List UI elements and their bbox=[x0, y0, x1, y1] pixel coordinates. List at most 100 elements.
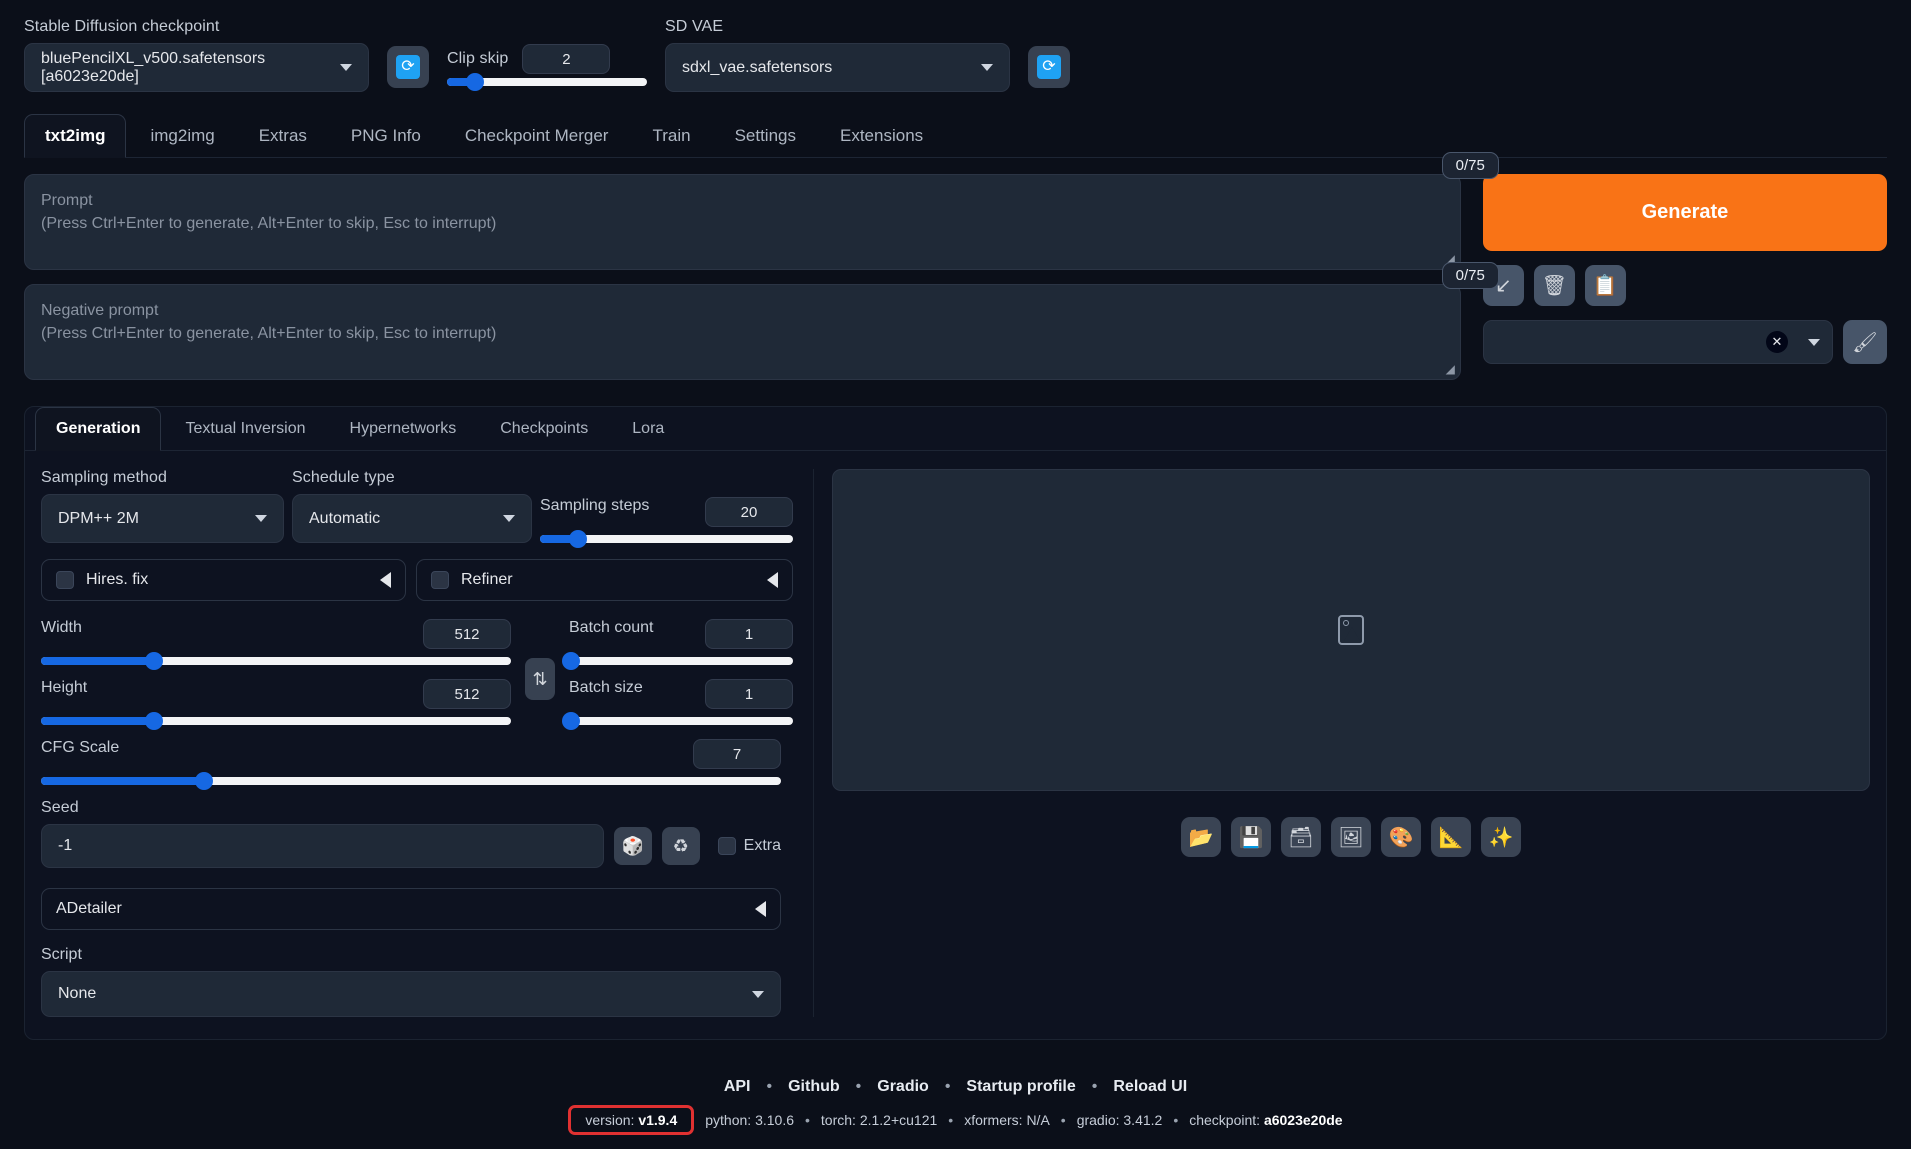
send-to-inpaint-icon: 🎨 bbox=[1388, 826, 1414, 849]
extra-seed-checkbox[interactable] bbox=[717, 837, 736, 855]
height-slider[interactable] bbox=[41, 712, 511, 730]
tab-extensions[interactable]: Extensions bbox=[820, 115, 943, 157]
clip-skip-slider[interactable] bbox=[447, 73, 647, 91]
send-to-extras-button[interactable]: 📐 bbox=[1431, 817, 1471, 857]
seed-field: Seed -1 🎲 ♻ Extra bbox=[41, 799, 781, 868]
reuse-seed-button[interactable]: ♻ bbox=[661, 827, 700, 865]
subtab-generation[interactable]: Generation bbox=[35, 407, 162, 451]
close-icon[interactable]: ✕ bbox=[1766, 331, 1788, 353]
height-slider-handle[interactable] bbox=[144, 712, 163, 730]
refiner-accordion[interactable]: Refiner bbox=[416, 559, 793, 601]
zip-icon: 🗃 bbox=[1288, 826, 1314, 849]
hires-fix-accordion[interactable]: Hires. fix bbox=[41, 559, 406, 601]
clip-skip-value[interactable]: 2 bbox=[522, 44, 611, 74]
clip-skip-slider-handle[interactable] bbox=[466, 73, 484, 91]
adetailer-accordion[interactable]: ADetailer bbox=[41, 888, 781, 930]
sampling-steps-slider[interactable] bbox=[540, 530, 793, 548]
batch-count-label: Batch count bbox=[569, 619, 654, 636]
footer-link-api[interactable]: API bbox=[724, 1078, 751, 1096]
sparkles-button[interactable]: ✨ bbox=[1481, 817, 1521, 857]
accordion-row: Hires. fix Refiner bbox=[41, 559, 793, 601]
vae-select[interactable]: sdxl_vae.safetensors bbox=[665, 43, 1010, 92]
refiner-checkbox[interactable] bbox=[431, 571, 449, 589]
chevron-left-icon[interactable] bbox=[767, 572, 778, 588]
batch-size-label: Batch size bbox=[569, 679, 643, 696]
swap-dimensions-button[interactable]: ⇅ bbox=[525, 658, 555, 700]
cfg-scale-slider[interactable] bbox=[41, 772, 781, 790]
height-value[interactable]: 512 bbox=[423, 679, 511, 709]
send-to-inpaint-button[interactable]: 🎨 bbox=[1381, 817, 1421, 857]
version-prefix: version: bbox=[585, 1112, 635, 1128]
batch-count-field: Batch count 1 bbox=[562, 619, 793, 670]
torch-info: torch: 2.1.2+cu121 bbox=[821, 1112, 937, 1128]
batch-count-value[interactable]: 1 bbox=[705, 619, 793, 649]
clipboard-button[interactable]: 📋 bbox=[1584, 265, 1626, 306]
vae-label: SD VAE bbox=[665, 18, 724, 35]
batch-count-slider[interactable] bbox=[562, 652, 793, 670]
tab-settings[interactable]: Settings bbox=[715, 115, 816, 157]
output-gallery[interactable] bbox=[832, 469, 1870, 791]
cfg-scale-value[interactable]: 7 bbox=[693, 739, 781, 769]
seed-input[interactable]: -1 bbox=[41, 824, 604, 868]
width-value[interactable]: 512 bbox=[423, 619, 511, 649]
refresh-icon: ⟳ bbox=[1037, 55, 1061, 79]
sampling-steps-value[interactable]: 20 bbox=[705, 497, 793, 527]
chevron-left-icon[interactable] bbox=[755, 901, 766, 917]
trash-icon: 🗑 bbox=[1541, 275, 1568, 297]
sampling-method-label: Sampling method bbox=[41, 469, 168, 486]
subtab-hypernetworks[interactable]: Hypernetworks bbox=[330, 408, 477, 450]
script-select[interactable]: None bbox=[41, 971, 781, 1017]
negative-prompt-row: 0/75 Negative prompt (Press Ctrl+Enter t… bbox=[24, 262, 1499, 380]
checkpoint-hash: a6023e20de bbox=[1263, 1112, 1343, 1128]
separator-dot: • bbox=[805, 1112, 810, 1128]
tab-checkpoint-merger[interactable]: Checkpoint Merger bbox=[445, 115, 629, 157]
chevron-down-icon[interactable] bbox=[1808, 338, 1820, 346]
xformers-info: xformers: N/A bbox=[964, 1112, 1050, 1128]
width-slider[interactable] bbox=[41, 652, 511, 670]
random-seed-button[interactable]: 🎲 bbox=[613, 827, 652, 865]
batch-count-slider-handle[interactable] bbox=[562, 652, 581, 670]
width-field: Width 512 bbox=[41, 619, 511, 670]
refresh-vae-button[interactable]: ⟳ bbox=[1028, 46, 1070, 88]
cfg-scale-slider-handle[interactable] bbox=[194, 772, 213, 790]
styles-select[interactable]: ✕ bbox=[1482, 320, 1833, 364]
width-slider-handle[interactable] bbox=[144, 652, 163, 670]
subtab-textual-inversion[interactable]: Textual Inversion bbox=[165, 408, 325, 450]
resize-grip-icon[interactable]: ◢ bbox=[1446, 362, 1455, 376]
hires-fix-checkbox[interactable] bbox=[56, 571, 74, 589]
refresh-checkpoint-button[interactable]: ⟳ bbox=[387, 46, 429, 88]
zip-button[interactable]: 🗃 bbox=[1281, 817, 1321, 857]
sampling-steps-slider-handle[interactable] bbox=[568, 530, 587, 548]
footer-link-reload-ui[interactable]: Reload UI bbox=[1113, 1078, 1187, 1096]
apply-styles-button[interactable]: 🖌 bbox=[1843, 320, 1887, 364]
chevron-left-icon[interactable] bbox=[380, 572, 391, 588]
prompt-placeholder-line2: (Press Ctrl+Enter to generate, Alt+Enter… bbox=[41, 215, 497, 233]
prompt-input[interactable]: Prompt (Press Ctrl+Enter to generate, Al… bbox=[24, 174, 1461, 270]
tab-extras[interactable]: Extras bbox=[239, 115, 327, 157]
generation-panel: Generation Textual Inversion Hypernetworks… bbox=[24, 406, 1887, 1040]
batch-size-value[interactable]: 1 bbox=[705, 679, 793, 709]
batch-size-slider[interactable] bbox=[562, 712, 793, 730]
subtab-checkpoints[interactable]: Checkpoints bbox=[480, 408, 608, 450]
save-button[interactable]: 💾 bbox=[1231, 817, 1271, 857]
tab-png-info[interactable]: PNG Info bbox=[331, 115, 441, 157]
schedule-type-value: Automatic bbox=[309, 509, 381, 527]
send-to-img2img-icon: 🖼 bbox=[1338, 826, 1364, 849]
footer-link-github[interactable]: Github bbox=[788, 1078, 840, 1096]
send-to-img2img-button[interactable]: 🖼 bbox=[1331, 817, 1371, 857]
chevron-down-icon bbox=[981, 64, 993, 71]
schedule-type-select[interactable]: Automatic bbox=[292, 494, 532, 543]
tab-txt2img[interactable]: txt2img bbox=[24, 114, 127, 158]
folder-button[interactable]: 📂 bbox=[1181, 817, 1221, 857]
trash-button[interactable]: 🗑 bbox=[1533, 265, 1575, 306]
tab-train[interactable]: Train bbox=[632, 115, 710, 157]
negative-prompt-input[interactable]: Negative prompt (Press Ctrl+Enter to gen… bbox=[24, 284, 1461, 380]
checkpoint-select[interactable]: bluePencilXL_v500.safetensors [a6023e20d… bbox=[24, 43, 369, 92]
sampling-method-select[interactable]: DPM++ 2M bbox=[41, 494, 284, 543]
tab-img2img[interactable]: img2img bbox=[130, 115, 234, 157]
footer-link-startup-profile[interactable]: Startup profile bbox=[966, 1078, 1075, 1096]
batch-size-slider-handle[interactable] bbox=[562, 712, 581, 730]
generate-button[interactable]: Generate bbox=[1482, 174, 1887, 251]
subtab-lora[interactable]: Lora bbox=[612, 408, 684, 450]
footer-link-gradio[interactable]: Gradio bbox=[877, 1078, 929, 1096]
